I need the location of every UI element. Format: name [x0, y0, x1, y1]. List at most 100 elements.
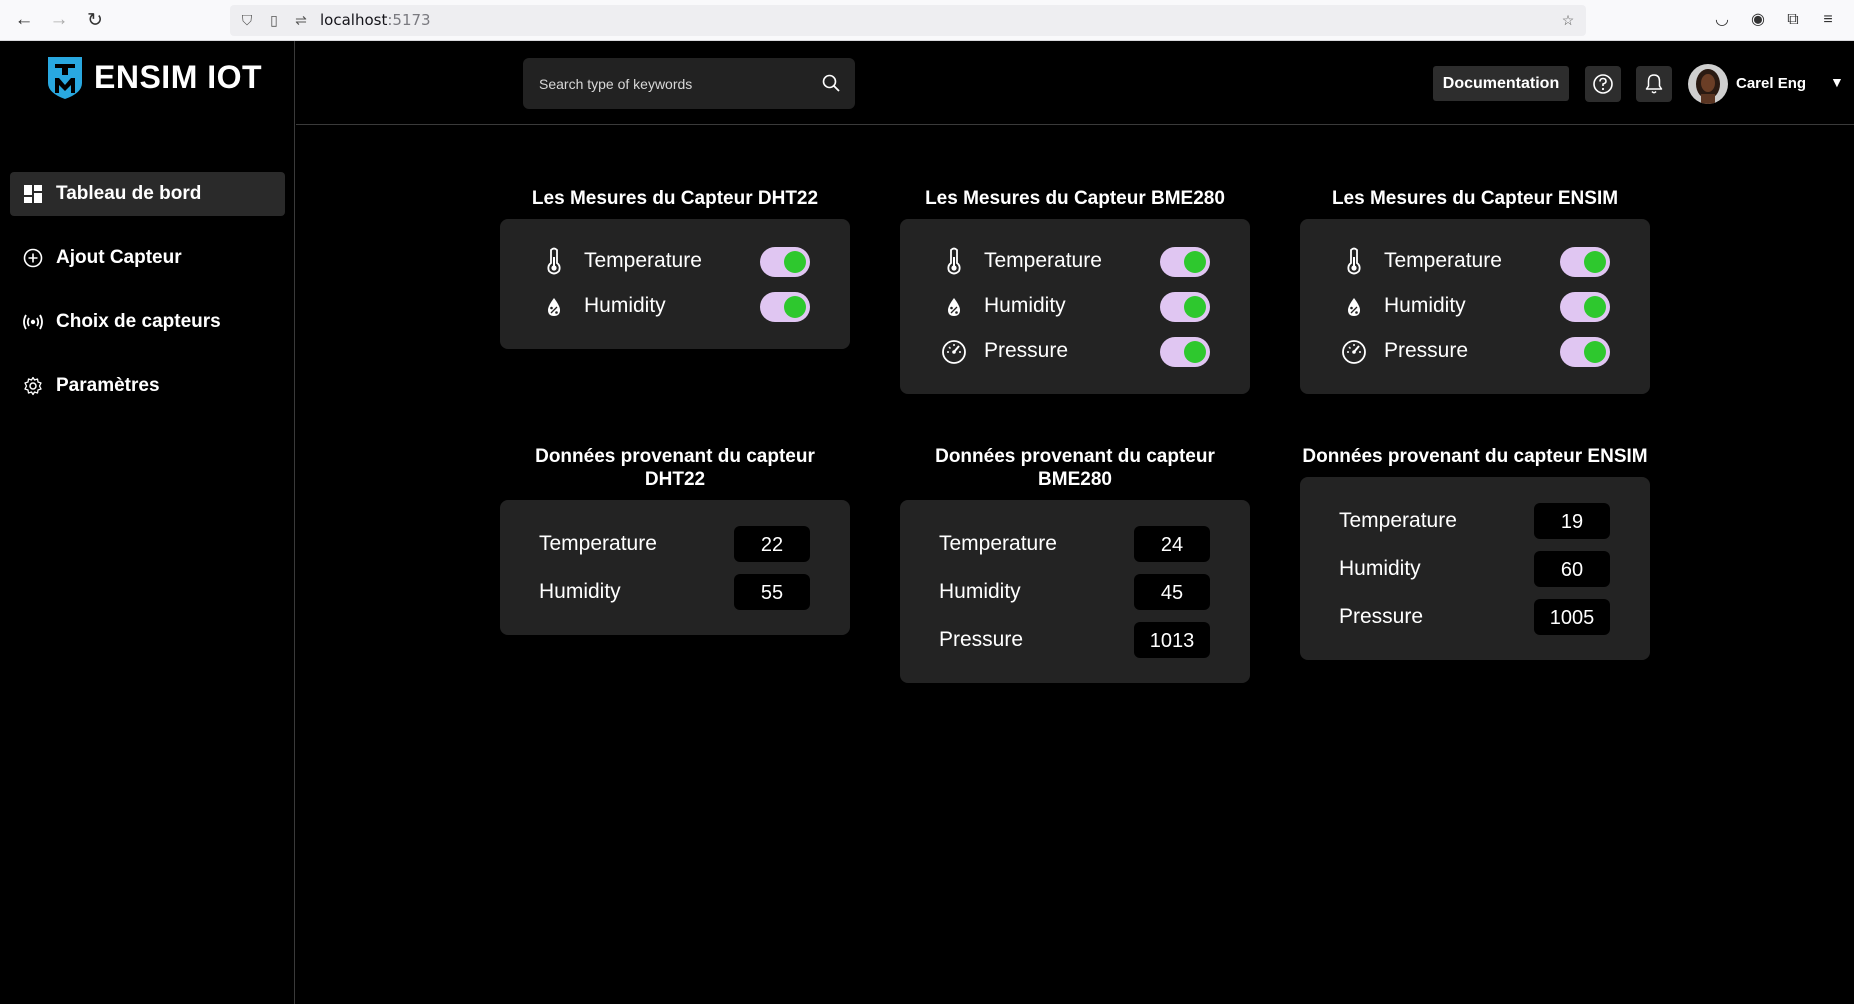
toggle-knob	[784, 251, 806, 273]
address-bar[interactable]: ⛉ ▯ ⇌ localhost:5173 ☆	[230, 5, 1586, 36]
value-box: 24	[1134, 526, 1210, 562]
value-box: 22	[734, 526, 810, 562]
connection-icon[interactable]: ⇌	[293, 12, 309, 28]
sidebar-item-choix-de-capteurs[interactable]: Choix de capteurs	[10, 300, 285, 344]
reload-icon[interactable]: ↻	[82, 7, 108, 33]
forward-arrow-icon[interactable]: →	[46, 7, 72, 33]
data-row: Pressure 1005	[1300, 597, 1650, 637]
section-title: Données provenant du capteur ENSIM	[1290, 445, 1660, 468]
title-line: BME280	[1038, 469, 1112, 490]
search-icon[interactable]	[821, 73, 841, 93]
back-arrow-icon[interactable]: ←	[11, 7, 37, 33]
humidity-toggle[interactable]	[1160, 292, 1210, 322]
data-card-bme280: Temperature 24 Humidity 45 Pressure 1013	[900, 500, 1250, 683]
humidity-drop-icon	[1348, 298, 1360, 316]
measure-row: Pressure	[900, 331, 1250, 371]
bookmark-star-icon[interactable]: ☆	[1560, 12, 1576, 28]
sidebar-item-tableau-de-bord[interactable]: Tableau de bord	[10, 172, 285, 216]
section-title: Les Mesures du Capteur BME280	[925, 188, 1225, 209]
measure-row: Temperature	[900, 241, 1250, 281]
top-header: Documentation Carel Eng ▼	[296, 41, 1854, 125]
data-label: Temperature	[939, 532, 1057, 555]
section-title: Les Mesures du Capteur ENSIM	[1331, 188, 1619, 209]
humidity-toggle[interactable]	[1560, 292, 1610, 322]
data-label: Temperature	[539, 532, 657, 555]
sidebar-item-ajout-capteur[interactable]: Ajout Capteur	[10, 236, 285, 280]
user-name[interactable]: Carel Eng	[1736, 75, 1806, 92]
extensions-icon[interactable]: ⧉	[1783, 10, 1803, 30]
data-card-dht22: Temperature 22 Humidity 55	[500, 500, 850, 635]
value-box: 1005	[1534, 599, 1610, 635]
toggle-knob	[1584, 296, 1606, 318]
data-row: Pressure 1013	[900, 620, 1250, 660]
data-row: Humidity 45	[900, 572, 1250, 612]
temperature-toggle[interactable]	[1160, 247, 1210, 277]
thermometer-icon	[547, 247, 561, 275]
help-button[interactable]	[1585, 66, 1621, 102]
help-icon	[1593, 74, 1613, 94]
humidity-drop-icon	[548, 298, 560, 316]
thermometer-icon	[1347, 247, 1361, 275]
data-row: Temperature 19	[1300, 501, 1650, 541]
temperature-toggle[interactable]	[1560, 247, 1610, 277]
data-label: Pressure	[1339, 605, 1424, 628]
value-box: 45	[1134, 574, 1210, 610]
sidebar: ENSIM IOT Tableau de bord Ajout Capteur …	[0, 41, 295, 1004]
sidebar-item-label: Ajout Capteur	[56, 247, 182, 268]
gauge-icon	[942, 340, 966, 364]
data-row: Humidity 60	[1300, 549, 1650, 589]
url-host: localhost	[320, 11, 388, 29]
measure-label: Pressure	[984, 339, 1069, 362]
data-row: Temperature 24	[900, 524, 1250, 564]
pocket-icon[interactable]: ◡	[1712, 10, 1732, 30]
measure-row: Humidity	[500, 286, 850, 326]
toggle-knob	[1184, 251, 1206, 273]
plus-circle-icon	[22, 247, 44, 269]
data-label: Humidity	[1339, 557, 1421, 580]
measure-card-ensim: Temperature Humidity Pressure	[1300, 219, 1650, 394]
data-row: Humidity 55	[500, 572, 850, 612]
measure-label: Humidity	[1384, 294, 1466, 317]
data-card-ensim: Temperature 19 Humidity 60 Pressure 1005	[1300, 477, 1650, 660]
value-box: 55	[734, 574, 810, 610]
shield-logo-icon	[48, 57, 82, 99]
url-text[interactable]: localhost:5173	[320, 11, 431, 29]
measure-card-bme280: Temperature Humidity Pressure	[900, 219, 1250, 394]
sidebar-item-label: Tableau de bord	[56, 183, 202, 204]
section-title: Les Mesures du Capteur DHT22	[531, 188, 819, 209]
humidity-toggle[interactable]	[760, 292, 810, 322]
brand-logo[interactable]: ENSIM IOT	[46, 55, 262, 100]
temperature-toggle[interactable]	[760, 247, 810, 277]
browser-toolbar: ← → ↻ ⛉ ▯ ⇌ localhost:5173 ☆ ◡ ◉ ⧉ ≡	[0, 0, 1854, 41]
account-icon[interactable]: ◉	[1748, 10, 1768, 30]
toggle-knob	[1584, 251, 1606, 273]
shield-icon[interactable]: ⛉	[239, 12, 255, 28]
avatar[interactable]	[1688, 64, 1728, 104]
documentation-button[interactable]: Documentation	[1433, 66, 1569, 101]
sidebar-item-label: Choix de capteurs	[56, 311, 221, 332]
pressure-toggle[interactable]	[1160, 337, 1210, 367]
measure-row: Temperature	[500, 241, 850, 281]
chevron-down-icon[interactable]: ▼	[1830, 74, 1844, 90]
notifications-button[interactable]	[1636, 66, 1672, 102]
title-line: Données provenant du capteur	[535, 446, 815, 467]
search-bar	[523, 58, 855, 109]
search-input[interactable]	[523, 58, 803, 109]
measure-label: Pressure	[1384, 339, 1469, 362]
data-label: Humidity	[539, 580, 621, 603]
toggle-knob	[1184, 296, 1206, 318]
thermometer-icon	[947, 247, 961, 275]
measure-label: Humidity	[584, 294, 666, 317]
measure-row: Humidity	[900, 286, 1250, 326]
pressure-toggle[interactable]	[1560, 337, 1610, 367]
measure-card-dht22: Temperature Humidity	[500, 219, 850, 349]
measure-row: Humidity	[1300, 286, 1650, 326]
menu-icon[interactable]: ≡	[1818, 10, 1838, 30]
title-line: DHT22	[644, 469, 706, 490]
page-icon: ▯	[270, 12, 278, 28]
gear-icon	[22, 375, 44, 397]
sidebar-item-parametres[interactable]: Paramètres	[10, 364, 285, 408]
measure-label: Temperature	[1384, 249, 1502, 272]
toggle-knob	[784, 296, 806, 318]
sidebar-item-label: Paramètres	[56, 375, 160, 396]
